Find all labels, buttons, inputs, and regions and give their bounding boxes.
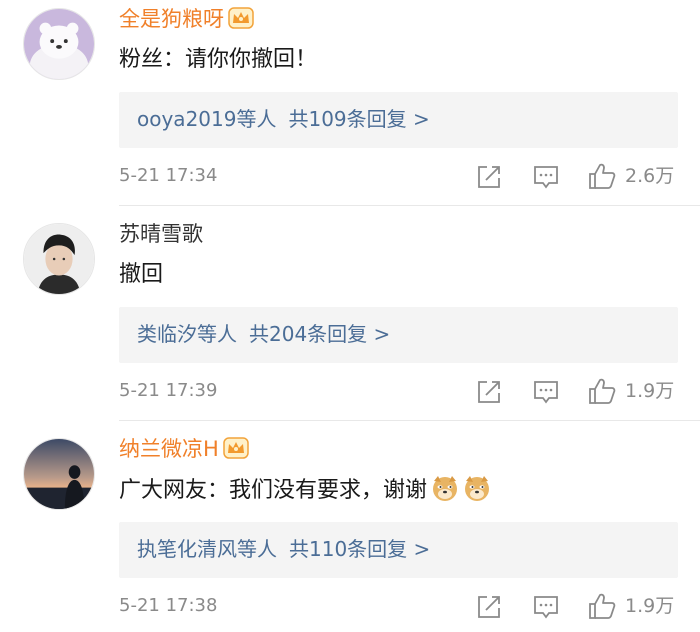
like-button[interactable]: 1.9万: [588, 375, 678, 407]
reply-button[interactable]: [533, 160, 559, 192]
replies-summary[interactable]: ooya2019等人 共109条回复 >: [137, 104, 430, 134]
comment-list: 全是狗粮呀 粉丝：请你你撤回！ ooya2019等人 共109条回复 > 5-21…: [0, 0, 700, 632]
share-icon: [478, 596, 500, 618]
replies-link[interactable]: 类临汐等人 共204条回复 >: [119, 307, 678, 363]
reply-button[interactable]: [533, 590, 559, 622]
doge-emoji: [463, 474, 491, 502]
crown-icon: [223, 437, 249, 459]
avatar[interactable]: [23, 8, 95, 80]
like-count: 1.9万: [625, 380, 675, 402]
man-portrait-avatar-image: [24, 224, 94, 294]
share-button[interactable]: [476, 160, 502, 192]
thumbs-up-icon: [589, 378, 616, 404]
avatar[interactable]: [23, 223, 95, 295]
like-button[interactable]: 1.9万: [588, 590, 678, 622]
reply-users: ooya2019等人: [137, 107, 277, 131]
doge-emoji: [431, 474, 459, 502]
replies-link[interactable]: ooya2019等人 共109条回复 >: [119, 92, 678, 148]
like-count: 1.9万: [625, 595, 675, 617]
reply-button[interactable]: [533, 375, 559, 407]
comment-icon: [534, 381, 558, 404]
comment-time: 5-21 17:39: [119, 380, 218, 401]
username[interactable]: 全是狗粮呀: [119, 4, 254, 34]
like-count: 2.6万: [625, 165, 675, 187]
bear-avatar-image: [24, 9, 94, 79]
reply-count: 共110条回复 >: [289, 537, 431, 561]
reply-count: 共204条回复 >: [249, 322, 391, 346]
comment-text: 撤回: [119, 262, 164, 287]
username[interactable]: 纳兰微凉H: [119, 434, 249, 464]
comment-time: 5-21 17:34: [119, 165, 218, 186]
replies-link[interactable]: 执笔化清风等人 共110条回复 >: [119, 522, 678, 578]
thumbs-up-icon: [589, 593, 616, 619]
comment-icon: [534, 596, 558, 619]
comment-text: 广大网友：我们没有要求，谢谢: [119, 474, 491, 507]
share-button[interactable]: [476, 590, 502, 622]
comment-text: 粉丝：请你你撤回！: [119, 47, 318, 72]
comment-time: 5-21 17:38: [119, 595, 218, 616]
reply-users: 类临汐等人: [137, 322, 237, 346]
comment-text-body: 广大网友：我们没有要求，谢谢: [119, 478, 428, 503]
sunset-silhouette-avatar-image: [24, 439, 94, 509]
username-text[interactable]: 纳兰微凉H: [119, 437, 219, 461]
crown-icon: [228, 7, 254, 29]
avatar[interactable]: [23, 438, 95, 510]
divider: [119, 420, 700, 421]
comment-icon: [534, 166, 558, 189]
share-icon: [478, 166, 500, 188]
like-button[interactable]: 2.6万: [588, 160, 678, 192]
reply-count: 共109条回复 >: [288, 107, 430, 131]
divider: [119, 205, 700, 206]
replies-summary[interactable]: 执笔化清风等人 共110条回复 >: [137, 534, 430, 564]
reply-users: 执笔化清风等人: [137, 537, 277, 561]
username-text[interactable]: 全是狗粮呀: [119, 7, 224, 31]
username[interactable]: 苏晴雪歌: [119, 219, 203, 249]
share-button[interactable]: [476, 375, 502, 407]
replies-summary[interactable]: 类临汐等人 共204条回复 >: [137, 319, 390, 349]
thumbs-up-icon: [589, 163, 616, 189]
share-icon: [478, 381, 500, 403]
